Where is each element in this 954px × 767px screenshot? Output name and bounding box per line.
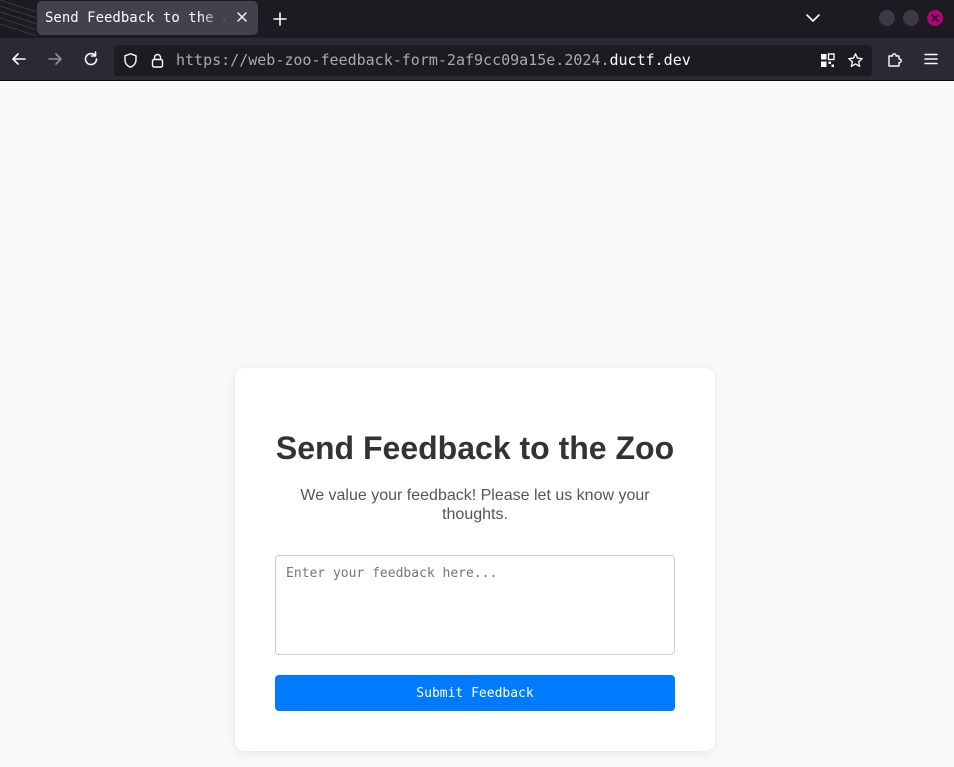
reload-icon[interactable] bbox=[82, 50, 100, 68]
url-domain: ductf.dev bbox=[609, 51, 691, 69]
star-icon[interactable] bbox=[847, 52, 864, 69]
arrow-right-icon[interactable] bbox=[46, 50, 64, 68]
tab-bar-decoration bbox=[0, 0, 36, 38]
close-icon[interactable] bbox=[234, 9, 250, 25]
feedback-textarea[interactable] bbox=[275, 555, 675, 655]
window-minimize-button[interactable] bbox=[879, 10, 895, 26]
page-title: Send Feedback to the Zoo bbox=[275, 430, 675, 466]
url-text[interactable]: https://web-zoo-feedback-form-2af9cc09a1… bbox=[176, 51, 691, 69]
tab-bar: Send Feedback to the Zoo bbox=[0, 0, 954, 38]
window-close-button[interactable] bbox=[927, 10, 943, 26]
submit-feedback-button[interactable]: Submit Feedback bbox=[275, 675, 675, 711]
chevron-down-icon[interactable] bbox=[804, 9, 822, 27]
lock-icon[interactable] bbox=[149, 52, 166, 69]
tab-title: Send Feedback to the Zoo bbox=[45, 10, 227, 26]
url-prefix: https://web-zoo-feedback-form-2af9cc09a1… bbox=[176, 51, 610, 69]
plus-icon[interactable] bbox=[270, 9, 290, 29]
hamburger-menu-icon[interactable] bbox=[922, 50, 940, 68]
navigation-bar: https://web-zoo-feedback-form-2af9cc09a1… bbox=[0, 38, 954, 81]
feedback-card: Send Feedback to the Zoo We value your f… bbox=[235, 368, 715, 751]
window-maximize-button[interactable] bbox=[903, 10, 919, 26]
qr-code-icon[interactable] bbox=[819, 52, 836, 69]
address-bar[interactable]: https://web-zoo-feedback-form-2af9cc09a1… bbox=[114, 45, 872, 76]
page-subtitle: We value your feedback! Please let us kn… bbox=[300, 487, 650, 523]
puzzle-icon[interactable] bbox=[886, 50, 904, 68]
shield-icon[interactable] bbox=[122, 52, 139, 69]
arrow-left-icon[interactable] bbox=[10, 50, 28, 68]
active-tab[interactable]: Send Feedback to the Zoo bbox=[37, 1, 258, 35]
